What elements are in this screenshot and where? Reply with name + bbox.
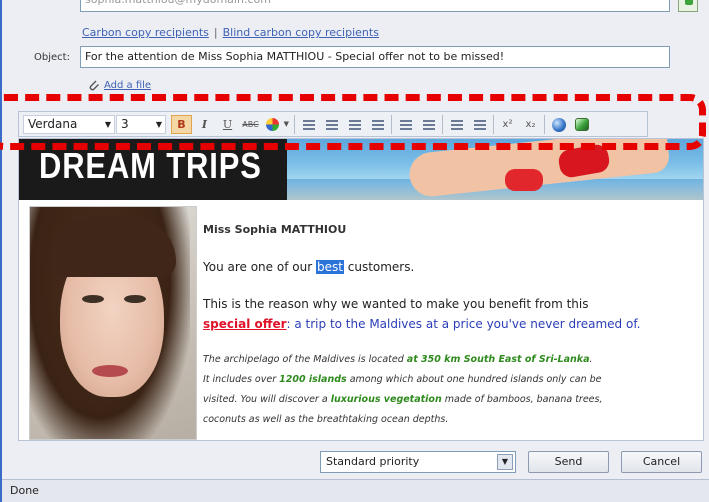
strikethrough-button[interactable]: ABC [240,115,261,134]
justify-button[interactable] [367,115,388,134]
dream-trips-banner: DREAM TRIPS [19,139,703,200]
add-file-link[interactable]: Add a file [104,80,151,91]
subscript-button[interactable]: x₂ [520,115,541,134]
bullet-list-icon [423,120,435,130]
chevron-down-icon: ▼ [104,120,111,129]
bold-button[interactable]: B [171,115,192,134]
portrait-eye [124,295,146,303]
paragraph-text: among which about one hundred islands on… [346,374,602,385]
chevron-down-icon: ▼ [155,120,162,129]
offer-line: special offer: a trip to the Maldives at… [203,317,640,331]
priority-select[interactable]: Standard priority ▼ [320,451,516,473]
send-bar: Standard priority ▼ Send Cancel [18,445,704,475]
greeting-line: You are one of our best customers. [203,260,414,274]
cancel-button[interactable]: Cancel [621,451,702,473]
chevron-down-icon: ▼ [283,120,289,128]
recipient-name: Miss Sophia MATTHIOU [203,223,347,236]
paragraph-text: visited. You will discover a [203,394,331,405]
align-right-icon [349,120,361,130]
outdent-icon [451,120,463,130]
link-separator: | [213,26,218,39]
portrait-lips [92,365,128,377]
font-family-value: Verdana [28,117,78,131]
numbered-list-button[interactable] [395,115,416,134]
font-family-select[interactable]: Verdana ▼ [23,115,115,134]
selected-word: best [315,260,344,274]
underline-button[interactable]: U [217,115,238,134]
portrait-photo [29,206,197,440]
italic-button[interactable]: I [194,115,215,134]
align-center-icon [326,120,338,130]
toolbar-divider [391,115,392,134]
toolbar-divider [493,115,494,134]
paragraph-line: coconuts as well as the breathtaking oce… [203,414,449,425]
insert-image-button[interactable] [571,115,592,134]
blind-carbon-copy-link[interactable]: Blind carbon copy recipients [223,26,379,39]
greeting-start: You are one of our [203,260,316,274]
formatting-toolbar: Verdana ▼ 3 ▼ B I U ABC ▼ x² x₂ [18,111,648,137]
toolbar-divider [544,115,545,134]
align-left-icon [303,120,315,130]
greeting-end: customers. [343,260,415,274]
object-field[interactable]: For the attention de Miss Sophia MATTHIO… [80,46,670,68]
paragraph-line: The archipelago of the Maldives is locat… [203,354,593,365]
image-icon [575,118,589,131]
special-offer-link[interactable]: special offer [203,317,287,331]
offer-description: : a trip to the Maldives at a price you'… [286,317,641,331]
font-size-value: 3 [121,117,129,131]
reason-line: This is the reason why we wanted to make… [203,297,589,311]
object-label: Object: [34,52,70,63]
paragraph-text: It includes over [203,374,280,385]
numbered-list-icon [400,120,412,130]
paragraph-text: made of bamboos, banana trees, [441,394,603,405]
align-right-button[interactable] [344,115,365,134]
banner-swimsuit-bottom [505,169,543,191]
recipient-links: Carbon copy recipients | Blind carbon copy… [82,26,379,39]
to-field[interactable]: sophia.matthiou@mydomain.com [80,0,670,12]
align-left-button[interactable] [298,115,319,134]
paragraph-emphasis: at 350 km South East of Sri-Lanka [406,354,590,365]
insert-link-button[interactable] [548,115,569,134]
address-book-button[interactable] [678,0,698,12]
paragraph-line: It includes over 1200 islands among whic… [203,374,602,385]
portrait-fringe [50,217,176,277]
priority-value: Standard priority [326,455,420,468]
toolbar-divider [294,115,295,134]
font-size-select[interactable]: 3 ▼ [116,115,166,134]
portrait-eye [82,295,104,303]
justify-icon [372,120,384,130]
text-color-button[interactable]: ▼ [263,115,291,134]
to-row: sophia.matthiou@mydomain.com [2,0,709,14]
paragraph-line: visited. You will discover a luxurious v… [203,394,603,405]
paragraph-emphasis: 1200 islands [279,374,347,385]
compose-window: sophia.matthiou@mydomain.com Carbon copy… [0,0,709,502]
paragraph-text: The archipelago of the Maldives is locat… [203,354,407,365]
send-button[interactable]: Send [528,451,609,473]
align-center-button[interactable] [321,115,342,134]
bullet-list-button[interactable] [418,115,439,134]
message-editor[interactable]: DREAM TRIPS Miss Sophia MATTHIOU You are… [18,138,704,441]
carbon-copy-link[interactable]: Carbon copy recipients [82,26,209,39]
status-bar: Done [2,479,709,502]
globe-link-icon [552,118,566,132]
paperclip-icon [88,79,100,91]
indent-icon [474,120,486,130]
palette-icon [266,118,279,131]
paragraph-text: . [589,354,593,365]
indent-button[interactable] [469,115,490,134]
paragraph-emphasis: luxurious vegetation [330,394,442,405]
outdent-button[interactable] [446,115,467,134]
add-file-row: Add a file [88,79,151,91]
chevron-down-icon[interactable]: ▼ [497,454,513,470]
toolbar-divider [442,115,443,134]
banner-logo: DREAM TRIPS [39,145,262,186]
superscript-button[interactable]: x² [497,115,518,134]
